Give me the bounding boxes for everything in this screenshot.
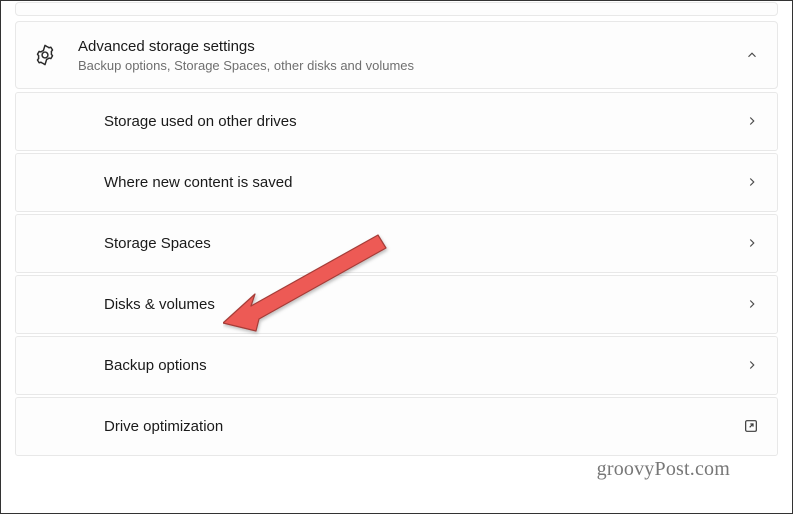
chevron-right-icon xyxy=(745,175,759,189)
item-backup-options[interactable]: Backup options xyxy=(15,336,778,395)
advanced-storage-settings-header[interactable]: Advanced storage settings Backup options… xyxy=(15,21,778,89)
watermark: groovyPost.com xyxy=(597,458,730,481)
item-disks-and-volumes[interactable]: Disks & volumes xyxy=(15,275,778,334)
chevron-right-icon xyxy=(745,236,759,250)
chevron-right-icon xyxy=(745,358,759,372)
chevron-up-icon xyxy=(745,48,759,62)
item-drive-optimization[interactable]: Drive optimization xyxy=(15,397,778,456)
item-storage-used-other-drives[interactable]: Storage used on other drives xyxy=(15,92,778,151)
item-label: Where new content is saved xyxy=(104,174,745,191)
panel-top-section xyxy=(15,2,778,16)
item-label: Storage Spaces xyxy=(104,235,745,252)
section-title: Advanced storage settings xyxy=(78,37,745,57)
item-storage-spaces[interactable]: Storage Spaces xyxy=(15,214,778,273)
chevron-right-icon xyxy=(745,114,759,128)
item-label: Backup options xyxy=(104,357,745,374)
item-where-new-content-saved[interactable]: Where new content is saved xyxy=(15,153,778,212)
external-link-icon xyxy=(743,418,759,434)
chevron-right-icon xyxy=(745,297,759,311)
settings-list: Storage used on other drives Where new c… xyxy=(15,92,778,456)
gear-icon xyxy=(34,44,56,66)
item-label: Storage used on other drives xyxy=(104,113,745,130)
section-subtitle: Backup options, Storage Spaces, other di… xyxy=(78,58,745,73)
item-label: Drive optimization xyxy=(104,418,743,435)
item-label: Disks & volumes xyxy=(104,296,745,313)
